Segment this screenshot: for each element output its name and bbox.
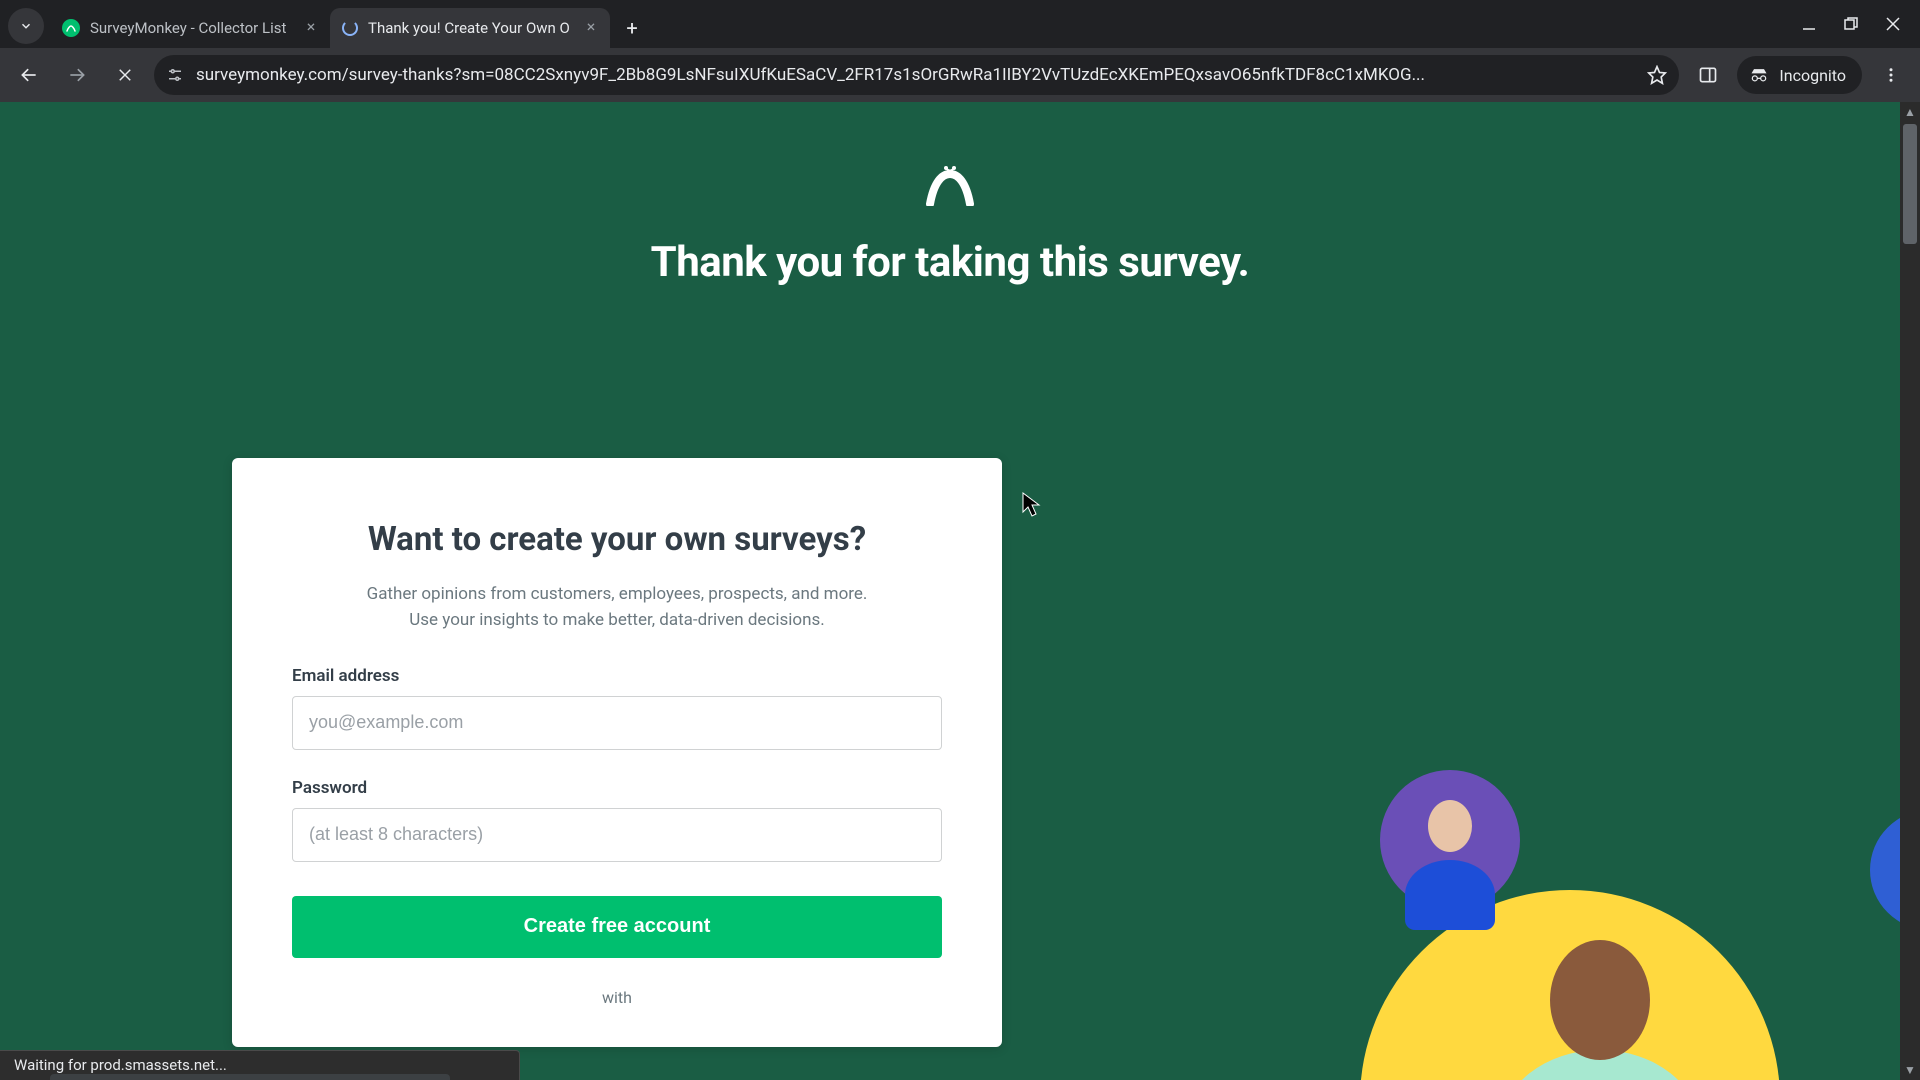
card-subtitle-line: Gather opinions from customers, employee… [367,584,868,604]
chevron-down-icon [19,19,33,33]
browser-menu-button[interactable] [1872,56,1910,94]
browser-chrome: SurveyMonkey - Collector List × Thank yo… [0,0,1920,102]
minimize-button[interactable] [1802,17,1816,31]
incognito-indicator[interactable]: Incognito [1737,56,1862,94]
signup-card: Want to create your own surveys? Gather … [232,458,1002,1047]
tab-strip: SurveyMonkey - Collector List × Thank yo… [0,0,1920,48]
decorative-avatar [1400,810,1500,910]
password-input[interactable] [292,808,942,862]
tab-thank-you[interactable]: Thank you! Create Your Own O × [330,8,610,48]
status-text: Waiting for prod.smassets.net... [14,1056,227,1074]
toolbar: surveymonkey.com/survey-thanks?sm=08CC2S… [0,48,1920,102]
card-subtitle-line: Use your insights to make better, data-d… [409,610,824,630]
page-content: Thank you for taking this survey. Want t… [0,102,1900,1080]
back-button[interactable] [10,56,48,94]
tab-close-button[interactable]: × [582,19,600,37]
viewport: Thank you for taking this survey. Want t… [0,102,1920,1080]
forward-button[interactable] [58,56,96,94]
tab-title: SurveyMonkey - Collector List [90,19,292,37]
close-window-button[interactable] [1886,17,1900,31]
address-bar[interactable]: surveymonkey.com/survey-thanks?sm=08CC2S… [154,55,1679,95]
stop-loading-button[interactable] [106,56,144,94]
incognito-icon [1749,68,1769,82]
vertical-scrollbar[interactable]: ▲ ▼ [1900,102,1920,1080]
panel-icon [1698,65,1718,85]
scroll-up-button[interactable]: ▲ [1900,102,1920,122]
create-account-button[interactable]: Create free account [292,896,942,958]
scrollbar-thumb[interactable] [1903,124,1917,244]
email-group: Email address [292,666,942,750]
email-input[interactable] [292,696,942,750]
surveymonkey-logo-icon [924,164,976,206]
download-shelf [50,1074,450,1080]
new-tab-button[interactable]: + [616,12,648,44]
kebab-menu-icon [1882,66,1900,84]
scroll-down-button[interactable]: ▼ [1900,1060,1920,1080]
tab-surveymonkey-collector[interactable]: SurveyMonkey - Collector List × [50,8,330,48]
tab-search-button[interactable] [8,8,44,44]
email-label: Email address [292,666,942,686]
site-settings-button[interactable] [166,66,184,84]
brand-logo-wrap [0,102,1900,210]
signup-divider-text: with [292,988,942,1007]
window-controls [1802,0,1920,48]
decorative-blob-blue [1870,810,1900,930]
star-icon [1647,65,1667,85]
card-title: Want to create your own surveys? [292,520,942,559]
password-group: Password [292,778,942,862]
incognito-label: Incognito [1779,66,1846,85]
card-subtitle: Gather opinions from customers, employee… [292,581,942,634]
tab-title: Thank you! Create Your Own O [368,19,572,37]
bookmark-button[interactable] [1647,65,1667,85]
page-title: Thank you for taking this survey. [0,238,1900,287]
password-label: Password [292,778,942,798]
tune-icon [166,66,184,84]
maximize-button[interactable] [1844,17,1858,31]
loading-spinner-icon [342,20,358,36]
side-panel-button[interactable] [1689,56,1727,94]
url-text: surveymonkey.com/survey-thanks?sm=08CC2S… [196,65,1635,85]
surveymonkey-favicon-icon [62,19,80,37]
tab-close-button[interactable]: × [302,19,320,37]
